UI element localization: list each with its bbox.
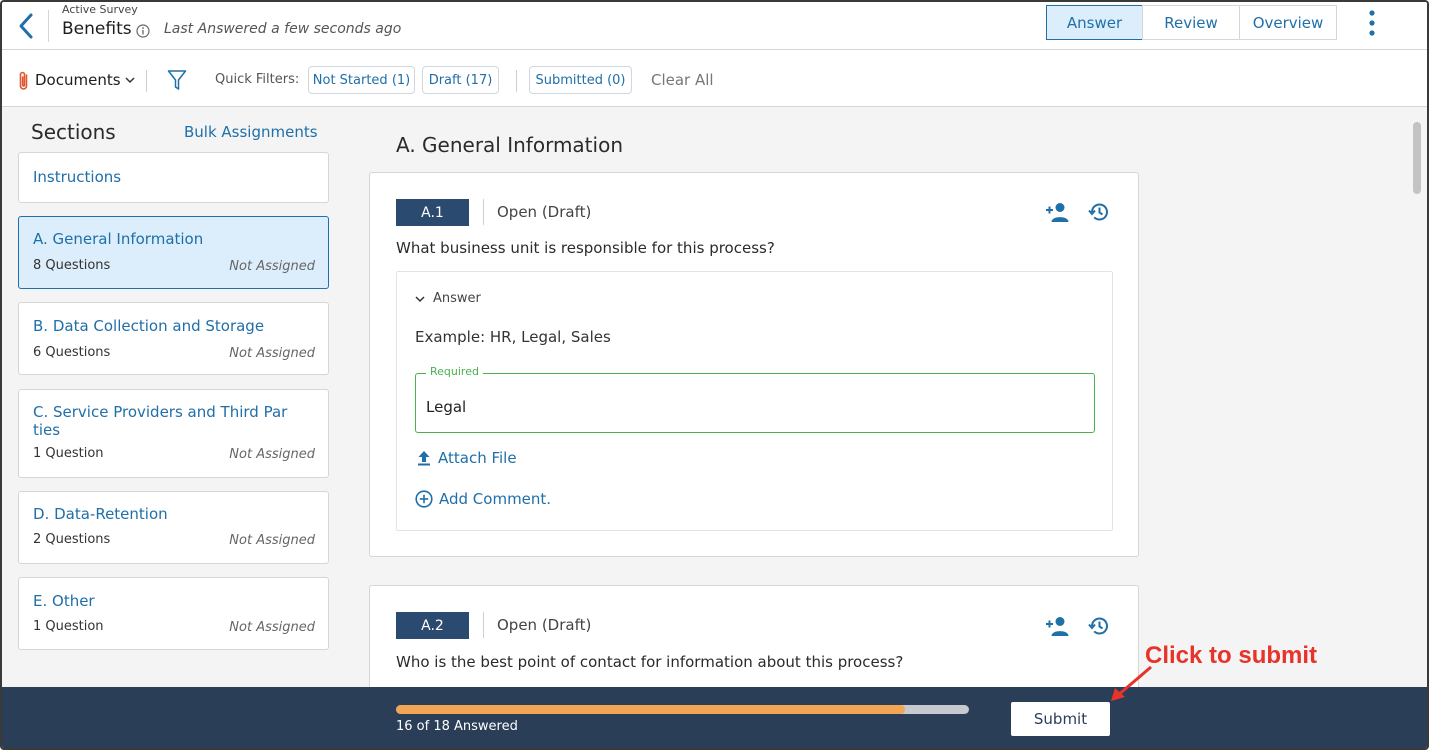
badge-divider <box>483 612 484 638</box>
back-arrow-icon[interactable] <box>12 10 40 42</box>
assignee-status: Not Assigned <box>229 620 315 635</box>
plus-circle-icon <box>415 490 433 508</box>
answer-field-wrapper: Required <box>415 365 1095 433</box>
answer-toggle[interactable]: Answer <box>415 291 481 306</box>
progress-fill <box>396 705 906 714</box>
filter-divider <box>146 70 147 92</box>
documents-dropdown[interactable]: Documents <box>35 71 135 89</box>
documents-label: Documents <box>35 71 121 89</box>
clear-all-button[interactable]: Clear All <box>651 71 714 89</box>
progress-text: 16 of 18 Answered <box>396 719 518 734</box>
assignee-status: Not Assigned <box>229 533 315 548</box>
assignee-status: Not Assigned <box>229 447 315 462</box>
answer-panel: Answer Example: HR, Legal, Sales Require… <box>396 271 1113 531</box>
question-status: Open (Draft) <box>497 203 592 221</box>
tab-answer[interactable]: Answer <box>1046 5 1143 40</box>
add-comment-label: Add Comment. <box>439 490 552 508</box>
question-count: 8 Questions <box>33 258 111 273</box>
filter-divider <box>516 70 517 92</box>
sidebar-item-data-collection[interactable]: B. Data Collection and Storage 6 Questio… <box>18 302 329 375</box>
filter-chip-draft[interactable]: Draft (17) <box>422 66 499 94</box>
tab-review[interactable]: Review <box>1142 5 1240 40</box>
question-card-a1: A.1 Open (Draft) What business unit is r… <box>369 172 1139 557</box>
submit-button[interactable]: Submit <box>1011 702 1110 736</box>
top-header: Active Survey Benefits Last Answered a f… <box>2 2 1427 50</box>
chevron-down-icon <box>415 295 425 302</box>
history-icon[interactable] <box>1088 615 1110 637</box>
assignee-status: Not Assigned <box>229 346 315 361</box>
info-icon[interactable] <box>136 24 150 38</box>
survey-status-label: Active Survey <box>62 3 138 16</box>
attach-file-button[interactable]: Attach File <box>417 449 517 467</box>
filter-funnel-icon[interactable] <box>167 69 187 91</box>
annotation-callout: Click to submit <box>1145 642 1318 669</box>
required-label: Required <box>426 365 483 378</box>
assign-user-icon[interactable] <box>1045 615 1071 637</box>
upload-icon <box>418 451 430 466</box>
question-id-badge: A.2 <box>396 612 469 639</box>
sidebar-item-label: E. Other <box>33 592 95 610</box>
sections-heading: Sections <box>31 120 116 144</box>
sidebar-item-general-information[interactable]: A. General Information 8 Questions Not A… <box>18 216 329 289</box>
annotation-arrow-icon <box>1111 665 1152 701</box>
scrollbar-thumb[interactable] <box>1413 122 1421 194</box>
attach-file-label: Attach File <box>438 449 517 467</box>
assignee-status: Not Assigned <box>229 259 315 274</box>
sidebar-item-label: D. Data-Retention <box>33 505 168 523</box>
submit-footer: 16 of 18 Answered Submit <box>2 687 1427 748</box>
assign-user-icon[interactable] <box>1045 201 1071 223</box>
filter-chip-submitted[interactable]: Submitted (0) <box>529 66 632 94</box>
question-status: Open (Draft) <box>497 616 592 634</box>
bulk-assignments-link[interactable]: Bulk Assignments <box>184 123 318 141</box>
sidebar-item-instructions[interactable]: Instructions <box>18 152 329 203</box>
question-count: 1 Question <box>33 619 104 634</box>
filter-chip-not-started[interactable]: Not Started (1) <box>308 66 415 94</box>
last-answered-text: Last Answered a few seconds ago <box>164 21 402 37</box>
sidebar-item-other[interactable]: E. Other 1 Question Not Assigned <box>18 577 329 650</box>
page-title: Benefits <box>62 19 132 39</box>
app-frame: Active Survey Benefits Last Answered a f… <box>0 0 1429 750</box>
question-count: 2 Questions <box>33 532 111 547</box>
question-card-a2: A.2 Open (Draft) Who is the best point o… <box>369 585 1139 695</box>
sidebar-item-label: A. General Information <box>33 230 204 248</box>
badge-divider <box>483 199 484 225</box>
view-tabs: Answer Review Overview <box>1046 5 1337 40</box>
sidebar-item-label: B. Data Collection and Storage <box>33 317 265 335</box>
sidebar-item-label: Instructions <box>33 168 122 186</box>
answer-input[interactable] <box>426 398 1086 416</box>
answer-example: Example: HR, Legal, Sales <box>415 328 611 346</box>
sidebar-item-data-retention[interactable]: D. Data-Retention 2 Questions Not Assign… <box>18 491 329 564</box>
tab-overview[interactable]: Overview <box>1239 5 1337 40</box>
history-icon[interactable] <box>1088 201 1110 223</box>
chevron-down-icon <box>125 77 135 84</box>
question-count: 6 Questions <box>33 345 111 360</box>
question-id-badge: A.1 <box>396 199 469 226</box>
sidebar-item-service-providers[interactable]: C. Service Providers and Third Par ties … <box>18 389 329 478</box>
sidebar-item-label: C. Service Providers and Third Par ties <box>33 403 288 439</box>
progress-bar <box>396 705 969 714</box>
header-divider <box>48 10 49 42</box>
answer-toggle-label: Answer <box>433 291 481 306</box>
question-text: Who is the best point of contact for inf… <box>396 653 904 671</box>
question-count: 1 Question <box>33 446 104 461</box>
section-title: A. General Information <box>396 133 623 157</box>
filter-bar: Documents Quick Filters: Not Started (1)… <box>2 50 1427 107</box>
more-options-icon[interactable] <box>1364 9 1380 39</box>
add-comment-button[interactable]: Add Comment. <box>415 490 551 508</box>
main-scrollbar <box>1410 115 1420 685</box>
question-text: What business unit is responsible for th… <box>396 239 775 257</box>
paperclip-icon <box>19 71 28 90</box>
quick-filters-label: Quick Filters: <box>215 72 300 87</box>
